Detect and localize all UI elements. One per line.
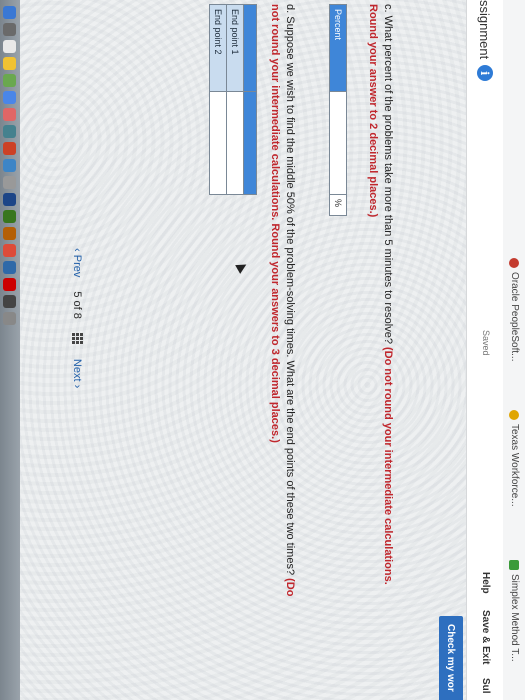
dock bbox=[0, 0, 20, 700]
question-c-text: c. What percent of the problems take mor… bbox=[382, 4, 394, 348]
prev-button[interactable]: ‹ Prev bbox=[71, 248, 83, 277]
chrome-icon[interactable] bbox=[3, 244, 17, 257]
photos-icon[interactable] bbox=[3, 108, 17, 121]
table-header-row bbox=[243, 4, 257, 195]
help-link[interactable]: Help bbox=[480, 572, 491, 594]
page-title: ssignment bbox=[477, 0, 493, 60]
end-point-1-input[interactable] bbox=[226, 91, 244, 195]
table-header-cell bbox=[243, 4, 257, 92]
next-label: Next bbox=[71, 358, 83, 382]
chevron-right-icon: › bbox=[71, 384, 83, 389]
bookmark-oracle[interactable]: Oracle PeopleSoft... bbox=[509, 258, 520, 362]
table-row: End point 2 bbox=[209, 4, 227, 195]
total-pages: 8 bbox=[71, 312, 83, 319]
page-of: of bbox=[71, 300, 83, 310]
settings-icon[interactable] bbox=[3, 176, 17, 189]
mouse-cursor-icon bbox=[235, 260, 249, 274]
table-header-cell bbox=[243, 91, 257, 195]
bookmark-label: Simplex Method T... bbox=[509, 574, 520, 662]
grid-favicon-icon bbox=[509, 560, 520, 570]
terminal-icon[interactable] bbox=[3, 295, 17, 308]
prev-label: Prev bbox=[71, 254, 83, 278]
page-indicator: 5 of 8 bbox=[71, 291, 83, 319]
music-icon[interactable] bbox=[3, 142, 17, 155]
zoom-icon[interactable] bbox=[3, 261, 17, 274]
table-row: End point 1 bbox=[226, 4, 244, 195]
submit-link[interactable]: Sul bbox=[480, 678, 491, 694]
percent-input[interactable] bbox=[329, 91, 347, 195]
excel-icon[interactable] bbox=[3, 210, 17, 223]
question-d-text: d. Suppose we wish to find the middle 50… bbox=[284, 4, 296, 579]
info-icon[interactable]: i bbox=[477, 65, 493, 82]
next-button[interactable]: Next › bbox=[71, 359, 83, 388]
percent-label: Percent bbox=[329, 4, 347, 92]
grid-icon[interactable] bbox=[71, 332, 83, 345]
mail-icon[interactable] bbox=[3, 91, 17, 104]
finder-icon[interactable] bbox=[3, 6, 17, 19]
b-app-icon[interactable] bbox=[3, 278, 17, 291]
powerpoint-icon[interactable] bbox=[3, 227, 17, 240]
assignment-title: ssignment i bbox=[477, 0, 493, 82]
bookmark-label: Texas Workforce... bbox=[509, 424, 520, 507]
percent-table: Percent % bbox=[329, 4, 347, 216]
table-row: Percent % bbox=[329, 4, 347, 216]
end-point-2-input[interactable] bbox=[209, 91, 227, 195]
question-d: d. Suppose we wish to find the middle 50… bbox=[267, 4, 297, 604]
launchpad-icon[interactable] bbox=[3, 23, 17, 36]
end-point-2-label: End point 2 bbox=[209, 4, 227, 92]
facetime-icon[interactable] bbox=[3, 125, 17, 138]
saved-status: Saved bbox=[481, 330, 491, 356]
calendar-icon[interactable] bbox=[3, 40, 17, 53]
end-point-1-label: End point 1 bbox=[226, 4, 244, 92]
texas-icon bbox=[509, 410, 520, 420]
pagination: ‹ Prev 5 of 8 Next › bbox=[71, 248, 83, 388]
bookmark-texas-workforce[interactable]: Texas Workforce... bbox=[509, 410, 520, 507]
notes-icon[interactable] bbox=[3, 57, 17, 70]
chevron-left-icon: ‹ bbox=[71, 248, 83, 252]
word-icon[interactable] bbox=[3, 193, 17, 206]
check-my-work-button[interactable]: Check my wor bbox=[439, 616, 463, 700]
bookmark-simplex[interactable]: Simplex Method T... bbox=[509, 560, 520, 662]
question-c: c. What percent of the problems take mor… bbox=[365, 4, 395, 604]
percent-unit: % bbox=[329, 194, 347, 216]
messages-icon[interactable] bbox=[3, 74, 17, 87]
save-exit-link[interactable]: Save & Exit bbox=[480, 610, 491, 664]
app-store-icon[interactable] bbox=[3, 159, 17, 172]
bookmark-label: Oracle PeopleSoft... bbox=[509, 272, 520, 362]
current-page: 5 bbox=[71, 291, 83, 298]
rotated-screen: Oracle PeopleSoft... Texas Workforce... … bbox=[0, 0, 525, 700]
trash-icon[interactable] bbox=[3, 312, 17, 325]
app-header: ssignment i Saved Help Save & Exit Sul bbox=[466, 0, 503, 700]
bookmarks-bar: Oracle PeopleSoft... Texas Workforce... … bbox=[502, 0, 525, 700]
oracle-icon bbox=[509, 258, 520, 268]
end-points-table: End point 1 End point 2 bbox=[209, 4, 257, 195]
